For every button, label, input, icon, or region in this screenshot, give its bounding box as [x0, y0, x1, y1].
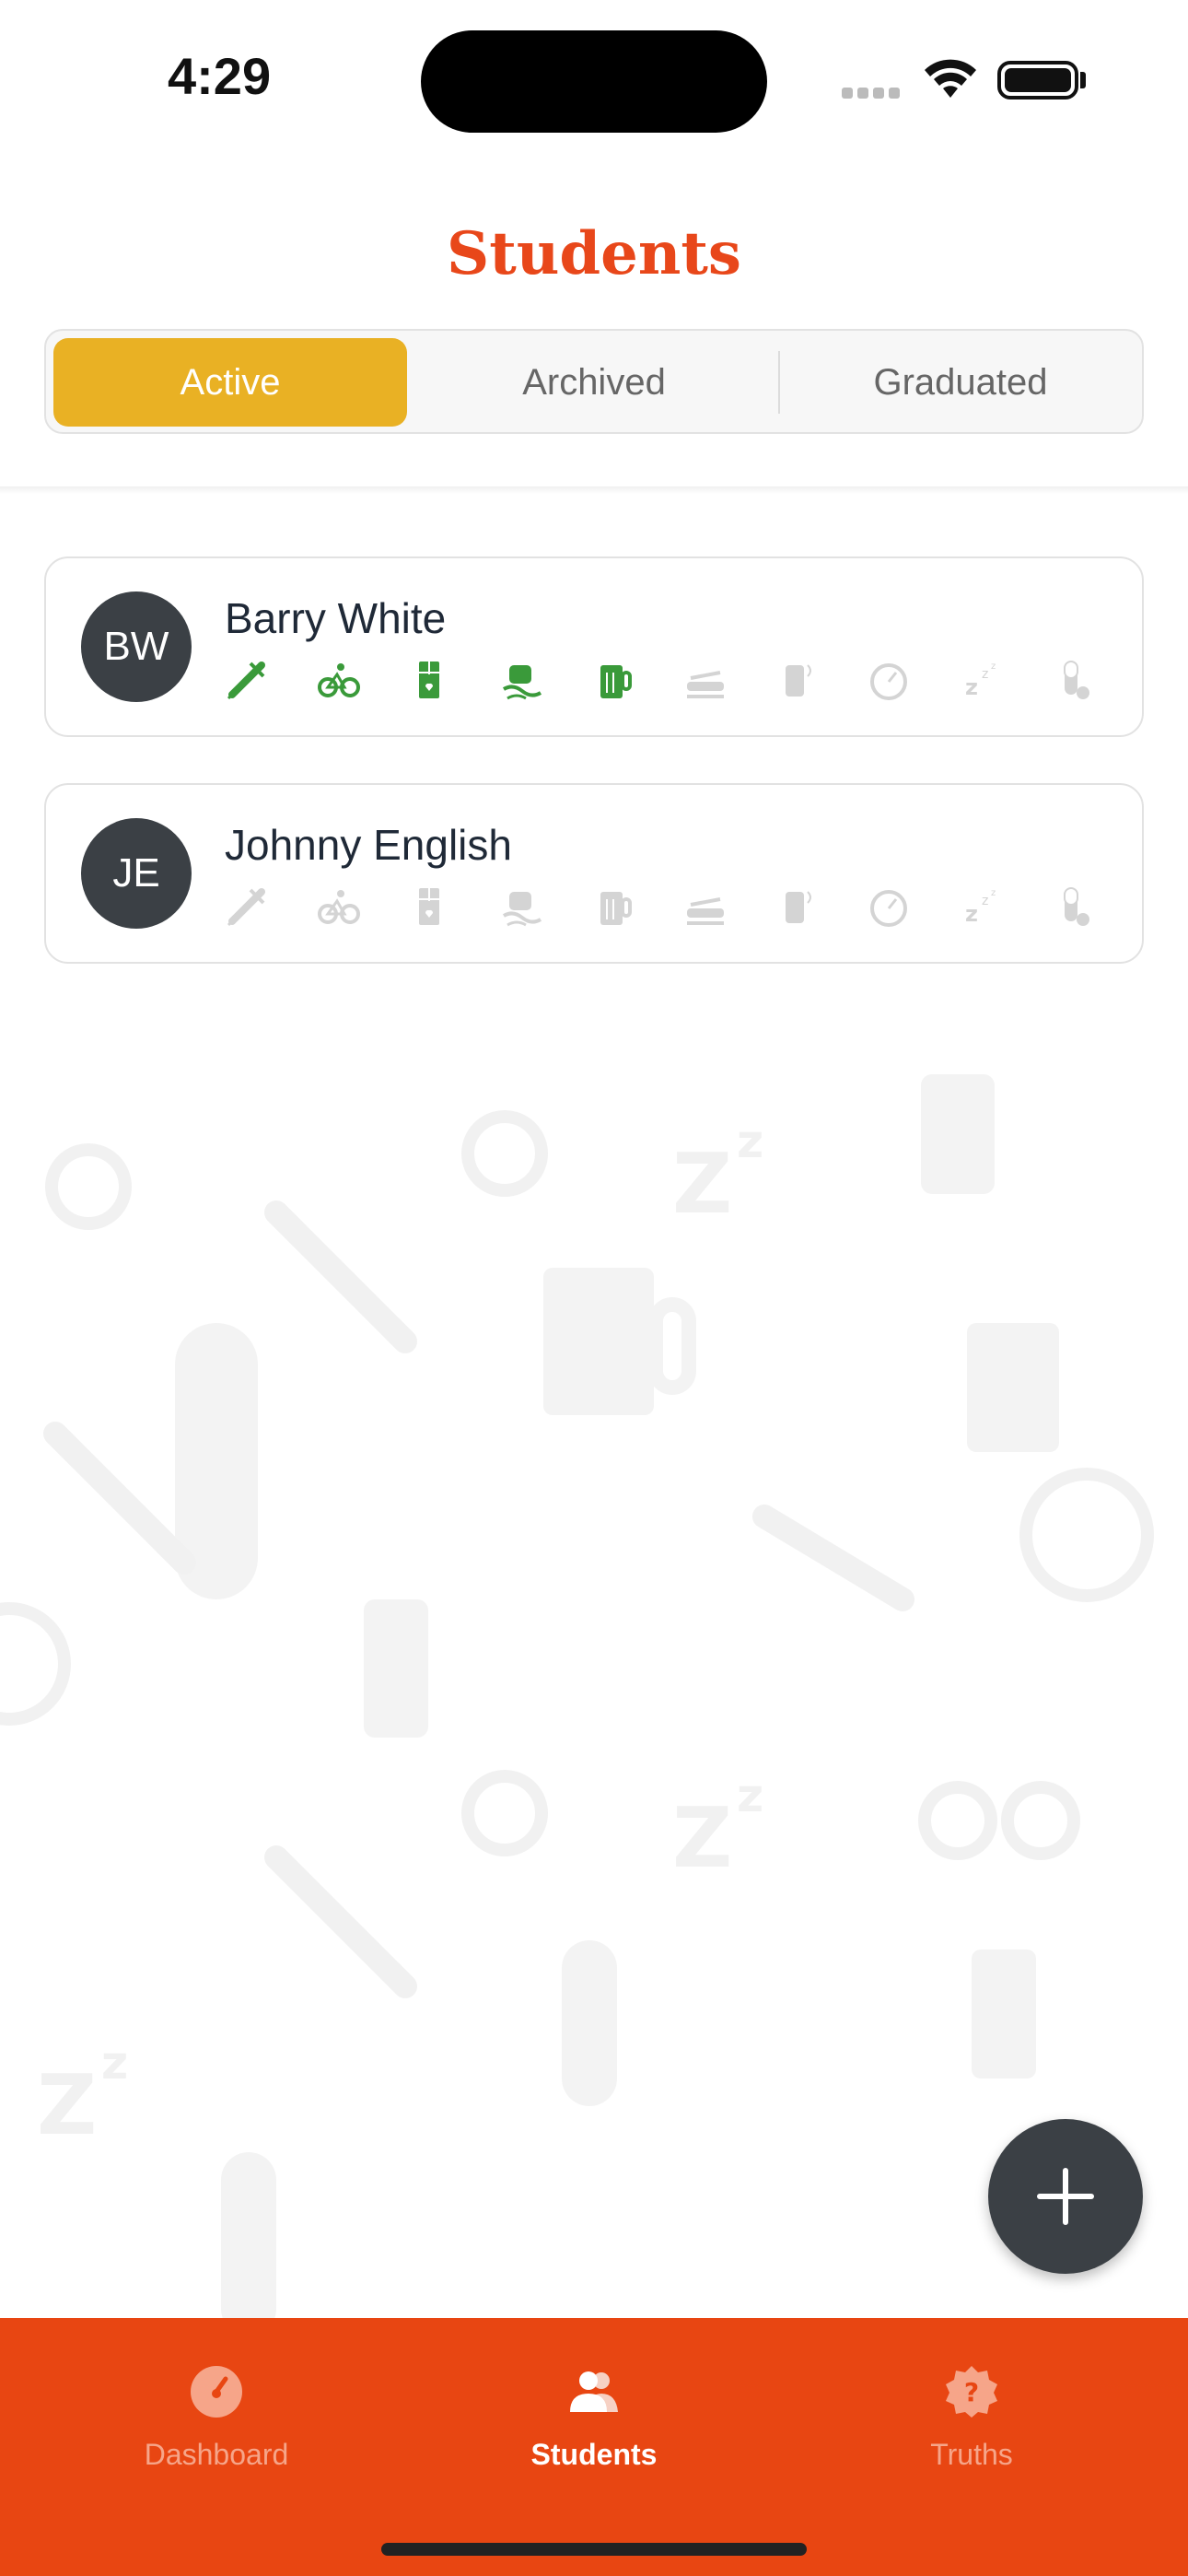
wifi-icon: [925, 59, 976, 98]
tab-label: Truths: [930, 2438, 1013, 2471]
battery-icon: [997, 61, 1078, 100]
background-pattern: Z z Z z Z z: [0, 1074, 1154, 2318]
sleep-icon: z zz: [965, 888, 996, 927]
chocolate-icon: [419, 662, 439, 698]
svg-text:z: z: [991, 888, 996, 898]
student-card[interactable]: JE Johnny English zzz: [44, 783, 1144, 964]
car-skid-icon: [502, 892, 542, 927]
syringe-icon: [227, 662, 265, 700]
home-indicator: [381, 2543, 807, 2556]
sleep-icon: z zz: [965, 662, 996, 700]
avatar: BW: [81, 591, 192, 702]
phone-icon: [786, 664, 811, 697]
bicycle-icon: [317, 663, 360, 697]
svg-text:?: ?: [964, 2377, 979, 2407]
chocolate-icon: [419, 888, 439, 925]
bicycle-icon: [317, 890, 360, 924]
tab-active[interactable]: Active: [53, 338, 407, 427]
students-people-icon: [570, 2371, 618, 2412]
svg-text:z: z: [737, 1115, 763, 1168]
cellular-signal-icon: [842, 85, 904, 102]
truths-question-badge-icon: ?: [946, 2366, 997, 2418]
student-name: Barry White: [225, 594, 447, 642]
tab-label: Dashboard: [144, 2438, 289, 2471]
page-title: Students: [447, 219, 741, 288]
battery-tip: [1080, 72, 1086, 88]
tab-students[interactable]: Students: [474, 2346, 714, 2475]
beer-icon: [600, 665, 632, 698]
status-segmented-control: Active Archived Graduated: [44, 329, 1144, 434]
speedometer-icon: [869, 663, 907, 700]
svg-text:z: z: [965, 674, 978, 700]
tab-dashboard[interactable]: Dashboard: [97, 2346, 336, 2475]
car-crash-icon: [686, 897, 724, 925]
svg-text:z: z: [991, 662, 996, 672]
beer-icon: [600, 892, 632, 925]
bottom-tab-bar: Dashboard Students ? Truths: [0, 2318, 1188, 2576]
avatar: JE: [81, 818, 192, 929]
tab-graduated[interactable]: Graduated: [783, 338, 1138, 427]
phone-icon: [786, 891, 811, 923]
dynamic-island: [421, 30, 767, 133]
svg-text:Z: Z: [37, 2057, 97, 2154]
svg-text:z: z: [982, 894, 988, 908]
svg-text:z: z: [982, 667, 988, 682]
tab-truths[interactable]: ? Truths: [852, 2346, 1091, 2475]
header-divider: [0, 486, 1188, 494]
add-student-button[interactable]: [988, 2119, 1143, 2274]
status-bar: 4:29: [0, 0, 1188, 157]
svg-text:z: z: [101, 2036, 128, 2090]
segment-divider: [778, 351, 780, 414]
svg-text:Z: Z: [672, 1136, 732, 1233]
tab-archived[interactable]: Archived: [414, 338, 774, 427]
car-crash-icon: [686, 671, 724, 698]
plus-icon: [1037, 2168, 1094, 2225]
car-skid-icon: [502, 665, 542, 700]
tab-label: Students: [530, 2438, 658, 2471]
student-name: Johnny English: [225, 821, 512, 869]
status-time: 4:29: [168, 47, 272, 105]
svg-text:z: z: [965, 901, 978, 927]
syringe-icon: [227, 888, 265, 927]
student-card[interactable]: BW Barry White zzz: [44, 556, 1144, 737]
pill-icon: [1063, 887, 1089, 926]
dashboard-gauge-icon: [191, 2366, 242, 2418]
pill-icon: [1063, 661, 1089, 699]
speedometer-icon: [869, 890, 907, 927]
svg-text:z: z: [737, 1769, 763, 1822]
svg-text:Z: Z: [672, 1790, 732, 1887]
